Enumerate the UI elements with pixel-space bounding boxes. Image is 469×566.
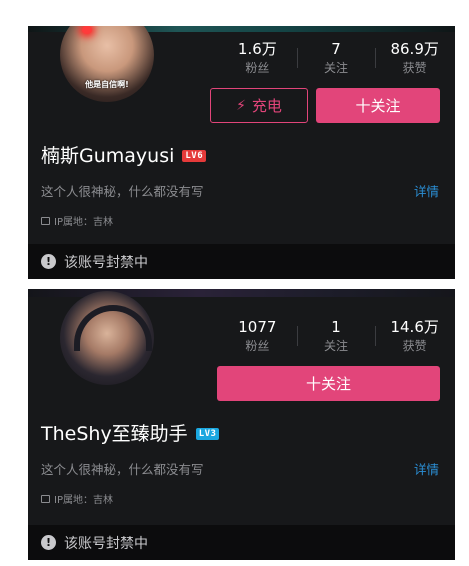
stat-label: 关注	[324, 339, 349, 353]
stat-label: 粉丝	[245, 339, 270, 353]
exclamation-icon: !	[41, 535, 56, 550]
detail-link[interactable]: 详情	[414, 181, 439, 200]
profile-card-theshy: 1077 粉丝 1 关注 14.6万 获赞 十关注 TheShy至臻助手 LV3…	[28, 289, 455, 560]
avatar[interactable]: 他是自信啊!	[60, 26, 154, 102]
glowing-eye-decoration	[82, 26, 92, 34]
ban-notice: ! 该账号封禁中	[28, 244, 455, 279]
ban-notice: ! 该账号封禁中	[28, 525, 455, 560]
stat-likes[interactable]: 14.6万 获赞	[375, 317, 454, 355]
stat-label: 获赞	[402, 61, 427, 75]
stat-value: 1077	[238, 318, 277, 336]
charge-label: 充电	[251, 97, 282, 115]
bio-text: 这个人很神秘，什么都没有写	[41, 184, 204, 199]
ban-text: 该账号封禁中	[64, 535, 148, 552]
exclamation-icon: !	[41, 254, 56, 269]
level-badge: LV3	[195, 428, 220, 440]
follow-button[interactable]: 十关注	[217, 366, 440, 401]
follow-button[interactable]: 十关注	[316, 88, 440, 123]
stat-following[interactable]: 7 关注	[296, 39, 376, 77]
username: TheShy至臻助手	[41, 423, 188, 445]
ip-icon	[41, 494, 50, 503]
avatar-caption: 他是自信啊!	[85, 80, 129, 89]
charge-button[interactable]: ⚡ 充电	[210, 88, 308, 123]
stat-following[interactable]: 1 关注	[296, 317, 376, 355]
name-row: 楠斯Gumayusi LV6	[41, 143, 207, 169]
stat-label: 粉丝	[245, 61, 270, 75]
username: 楠斯Gumayusi	[41, 145, 175, 167]
ban-text: 该账号封禁中	[64, 254, 148, 271]
lightning-bolt-icon: ⚡	[236, 97, 246, 114]
follow-label: 十关注	[355, 97, 401, 115]
follow-label: 十关注	[305, 375, 351, 393]
stat-value: 7	[331, 40, 341, 58]
stat-value: 14.6万	[390, 318, 439, 336]
stat-fans[interactable]: 1.6万 粉丝	[218, 39, 297, 77]
bio-text: 这个人很神秘，什么都没有写	[41, 462, 204, 477]
stat-value: 1.6万	[237, 40, 277, 58]
stat-fans[interactable]: 1077 粉丝	[218, 317, 297, 355]
name-row: TheShy至臻助手 LV3	[41, 421, 220, 447]
ip-location-text: IP属地：吉林	[54, 495, 113, 506]
headset-decoration	[74, 305, 152, 351]
stat-likes[interactable]: 86.9万 获赞	[375, 39, 454, 77]
stat-label: 关注	[324, 61, 349, 75]
stat-label: 获赞	[402, 339, 427, 353]
detail-link[interactable]: 详情	[414, 459, 439, 478]
ip-location: IP属地：吉林	[41, 213, 113, 228]
level-badge: LV6	[182, 150, 207, 162]
profile-card-gumayusi: 他是自信啊! 1.6万 粉丝 7 关注 86.9万 获赞 ⚡ 充电 十关注 楠斯…	[28, 26, 455, 279]
avatar[interactable]	[60, 291, 154, 385]
ip-location-text: IP属地：吉林	[54, 217, 113, 228]
ip-icon	[41, 216, 50, 225]
stats-row: 1.6万 粉丝 7 关注 86.9万 获赞	[218, 39, 454, 77]
stat-value: 86.9万	[390, 40, 439, 58]
ip-location: IP属地：吉林	[41, 491, 113, 506]
stats-row: 1077 粉丝 1 关注 14.6万 获赞	[218, 317, 454, 355]
stat-value: 1	[331, 318, 341, 336]
